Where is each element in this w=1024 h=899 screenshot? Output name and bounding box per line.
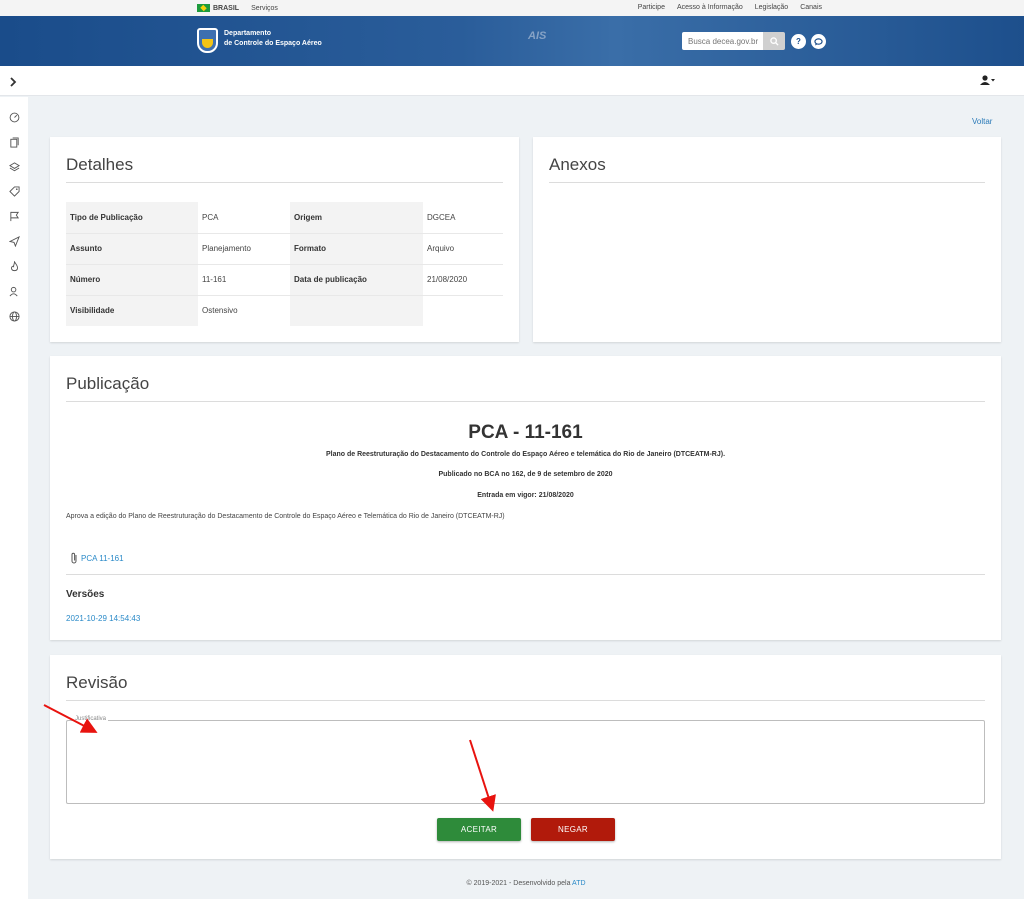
anexos-card: Anexos: [533, 137, 1001, 342]
paperclip-icon: [71, 552, 77, 564]
attachment-link[interactable]: PCA 11-161: [70, 552, 124, 564]
chat-icon: [814, 37, 823, 46]
value-origem: DGCEA: [423, 202, 503, 234]
details-table: Tipo de Publicação PCA Origem DGCEA Assu…: [66, 202, 503, 326]
publicacao-title: Publicação: [66, 374, 150, 393]
label-empty: [290, 295, 423, 326]
divider: [66, 182, 503, 183]
chevron-right-icon[interactable]: [9, 77, 17, 87]
send-icon[interactable]: [8, 235, 20, 247]
sidebar: [0, 97, 28, 899]
label-formato: Formato: [290, 233, 423, 265]
user-group-icon[interactable]: [8, 285, 20, 297]
published-info: Publicado no BCA no 162, de 9 de setembr…: [438, 471, 613, 478]
site-header: Departamento de Controle do Espaço Aéreo…: [0, 16, 1024, 66]
gov-top-bar: BRASIL Serviços Participe Acesso à Infor…: [0, 0, 1024, 16]
canais-link[interactable]: Canais: [800, 4, 822, 11]
justificativa-input[interactable]: [68, 727, 983, 801]
versoes-heading: Versões: [66, 589, 105, 600]
user-menu[interactable]: [980, 75, 996, 88]
label-visibilidade: Visibilidade: [66, 295, 198, 326]
value-assunto: Planejamento: [198, 233, 290, 265]
value-empty: [423, 295, 503, 326]
flag-icon[interactable]: [8, 210, 20, 222]
value-visibilidade: Ostensivo: [202, 306, 238, 316]
layers-icon[interactable]: [8, 161, 20, 173]
table-row: Assunto Planejamento Formato Arquivo: [66, 233, 503, 265]
tag-icon[interactable]: [8, 185, 20, 197]
divider: [66, 401, 985, 402]
fire-icon[interactable]: [8, 260, 20, 272]
app-bar: [0, 66, 1024, 96]
document-subtitle: Plano de Reestruturação do Destacamento …: [325, 451, 726, 458]
label-data-publicacao: Data de publicação: [290, 264, 423, 296]
detalhes-card: Detalhes Tipo de Publicação PCA Origem D…: [50, 137, 519, 342]
label-tipo-publicacao: Tipo de Publicação: [66, 202, 198, 234]
revisao-card: Revisão Justificativa ACEITAR NEGAR: [50, 655, 1001, 859]
footer: © 2019-2021 - Desenvolvido pela ATD: [0, 880, 1024, 887]
value-numero: 11-161: [198, 264, 290, 296]
brand-line-1: Departamento: [224, 30, 272, 37]
search-icon: [769, 36, 779, 46]
label-origem: Origem: [290, 202, 423, 234]
footer-atd-link[interactable]: ATD: [572, 880, 585, 887]
help-icon: ?: [796, 37, 801, 46]
chat-button[interactable]: [811, 34, 826, 49]
footer-text: © 2019-2021 - Desenvolvido pela: [466, 880, 571, 887]
dashboard-icon[interactable]: [8, 111, 20, 123]
document-title: PCA - 11-161: [468, 422, 583, 443]
brasil-label: BRASIL: [213, 4, 240, 12]
decea-logo-icon[interactable]: [197, 28, 218, 53]
detalhes-title: Detalhes: [66, 155, 134, 174]
brazil-flag-icon: [197, 4, 210, 12]
label-numero: Número: [66, 264, 198, 296]
anexos-title: Anexos: [549, 155, 606, 174]
voltar-link[interactable]: Voltar: [972, 117, 992, 126]
acesso-informacao-link[interactable]: Acesso à Informação: [677, 4, 743, 11]
participe-link[interactable]: Participe: [638, 4, 665, 11]
table-row: Visibilidade Ostensivo: [66, 295, 503, 326]
brand-line-2: de Controle do Espaço Aéreo: [224, 40, 322, 47]
globe-icon[interactable]: [8, 310, 20, 322]
search-button[interactable]: [763, 32, 785, 50]
table-row: Número 11-161 Data de publicação 21/08/2…: [66, 264, 503, 296]
ais-watermark: AIS: [528, 30, 547, 42]
documents-icon[interactable]: [8, 136, 20, 148]
publicacao-card: Publicação PCA - 11-161 Plano de Reestru…: [50, 356, 1001, 640]
brasil-link[interactable]: BRASIL: [197, 4, 239, 12]
label-assunto: Assunto: [66, 233, 198, 265]
version-link[interactable]: 2021-10-29 14:54:43: [66, 614, 140, 623]
brand-name[interactable]: Departamento de Controle do Espaço Aéreo: [224, 29, 322, 49]
value-data-publicacao: 21/08/2020: [423, 264, 503, 296]
justificativa-label: Justificativa: [73, 716, 109, 722]
divider: [66, 700, 985, 701]
value-tipo-publicacao: PCA: [198, 202, 290, 234]
site-search: [682, 32, 785, 50]
divider: [549, 182, 985, 183]
table-row: Tipo de Publicação PCA Origem DGCEA: [66, 202, 503, 234]
help-button[interactable]: ?: [791, 34, 806, 49]
legislacao-link[interactable]: Legislação: [755, 4, 788, 11]
value-formato: Arquivo: [423, 233, 503, 265]
document-description: Aprova a edição do Plano de Reestruturaç…: [66, 513, 505, 520]
deny-button[interactable]: NEGAR: [531, 818, 615, 841]
accept-button[interactable]: ACEITAR: [437, 818, 521, 841]
revisao-title: Revisão: [66, 673, 128, 692]
attachment-label: PCA 11-161: [81, 553, 124, 563]
search-input[interactable]: [682, 32, 763, 50]
user-icon: [980, 75, 995, 85]
servicos-link[interactable]: Serviços: [251, 5, 278, 12]
justificativa-field: Justificativa: [66, 716, 985, 804]
entrada-vigor: Entrada em vigor: 21/08/2020: [477, 492, 574, 499]
divider: [66, 574, 985, 575]
